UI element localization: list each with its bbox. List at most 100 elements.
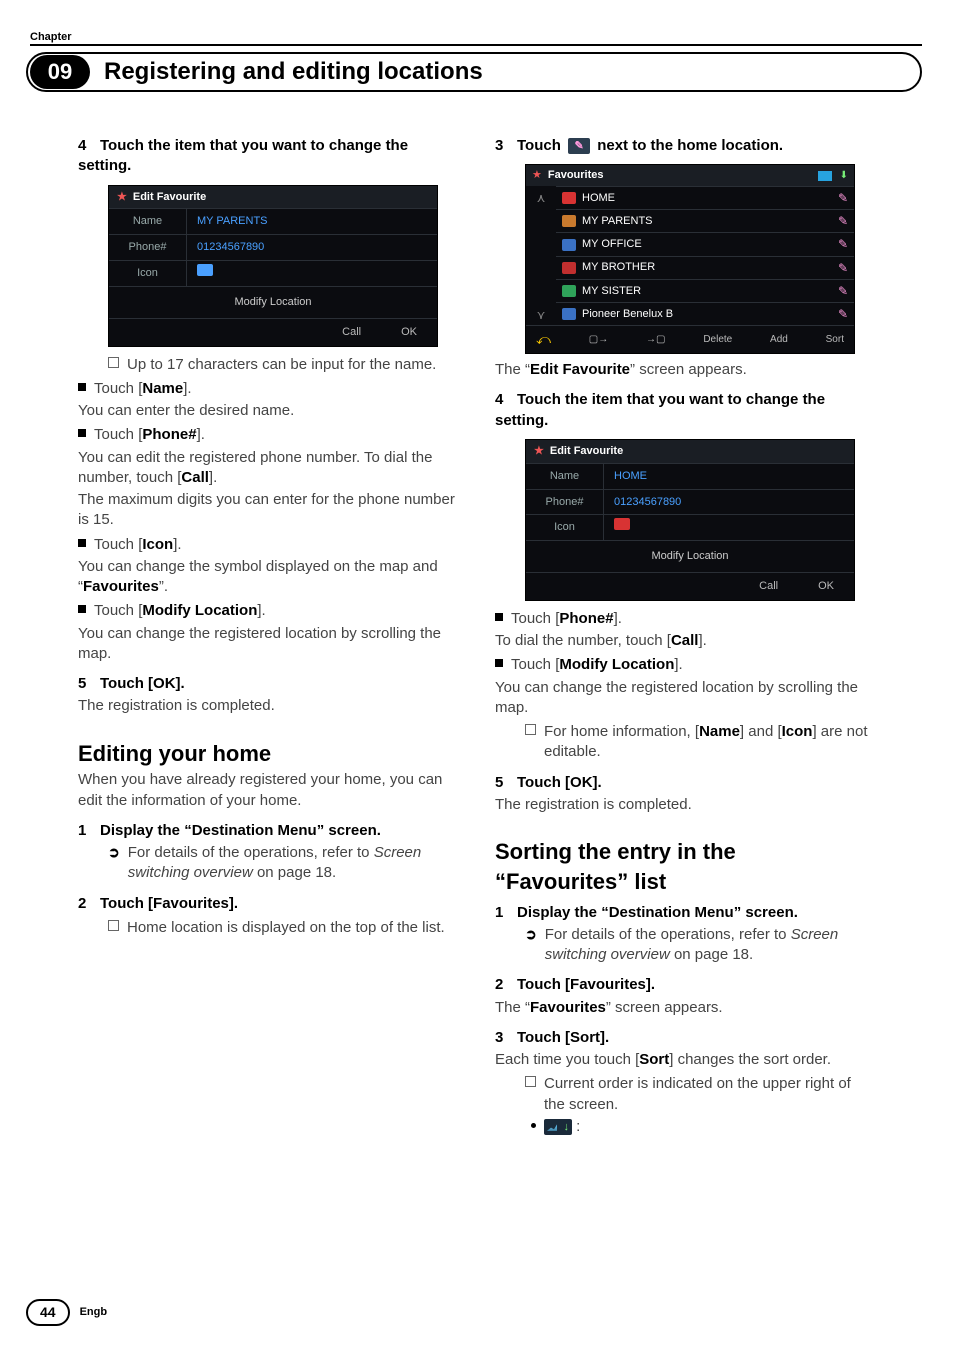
note-home-info: For home information, [Name] and [Icon] …	[525, 720, 872, 763]
scroll-down-icon: ⋎	[534, 307, 548, 321]
note-17-text: Up to 17 characters can be input for the…	[127, 355, 436, 375]
ss2-name-value: HOME	[604, 464, 854, 489]
page-number-badge: 44	[26, 1299, 70, 1326]
fav-delete: Delete	[703, 333, 732, 347]
t: Each time you touch [	[495, 1051, 639, 1068]
fav-title: Favourites	[548, 168, 812, 183]
fav-row: MY OFFICE✎	[556, 232, 854, 255]
icon-chip	[614, 518, 630, 530]
ss2-icon-label: Icon	[526, 515, 604, 540]
ss2-phone-label: Phone#	[526, 490, 604, 515]
wrench-icon: ✎	[838, 190, 848, 206]
t: ].	[698, 632, 706, 649]
star-icon: ★	[532, 168, 542, 183]
step-2-fav: 2Touch [Favourites].	[78, 894, 455, 914]
ss2-phone-value: 01234567890	[604, 490, 854, 515]
square-icon	[495, 659, 503, 667]
step-4-text: Touch the item that you want to change t…	[78, 137, 408, 174]
t: :	[576, 1118, 580, 1135]
dest-icon: →▢	[646, 333, 665, 347]
t: on page 18.	[670, 946, 753, 963]
t: on page 18.	[253, 864, 336, 881]
wrench-icon: ✎	[838, 260, 848, 276]
step-5-r: 5Touch [OK].	[495, 773, 872, 793]
ss1-phone-value: 01234567890	[187, 235, 437, 260]
fav-row: MY PARENTS✎	[556, 209, 854, 232]
t: ].	[257, 602, 265, 619]
step-1-dest: 1Display the “Destination Menu” screen.	[78, 821, 455, 841]
square-icon	[78, 605, 86, 613]
wrench-icon: ✎	[838, 283, 848, 299]
t: Name	[699, 723, 740, 740]
fav-row: HOME ✎	[556, 186, 854, 209]
step-3-sort: 3Touch [Sort].	[495, 1028, 872, 1048]
note-icon	[525, 1076, 536, 1087]
time-icon: ⬇	[840, 169, 848, 183]
t: Modify Location	[142, 602, 257, 619]
t: Name	[142, 380, 183, 397]
bullet-name: Touch [Name].	[78, 377, 455, 399]
bullet-phone: Touch [Phone#].	[78, 423, 455, 445]
square-icon	[78, 383, 86, 391]
t: ] and [	[740, 723, 782, 740]
note-home-top: Home location is displayed on the top of…	[108, 916, 455, 938]
t: Call	[671, 632, 699, 649]
wrench-icon: ✎	[838, 236, 848, 252]
rule	[30, 44, 922, 46]
fav-row-name: MY SISTER	[582, 284, 641, 299]
fav-row: MY SISTER ✎	[556, 279, 854, 302]
t: Favourites	[83, 578, 159, 595]
t: Touch [	[511, 610, 559, 627]
t: ] changes the sort order.	[669, 1051, 831, 1068]
t: Sort	[639, 1051, 669, 1068]
fav-row-icon	[562, 239, 576, 251]
ss2-name-label: Name	[526, 464, 604, 489]
ss1-icon-label: Icon	[109, 261, 187, 286]
ss1-phone-label: Phone#	[109, 235, 187, 260]
modify-desc-r: You can change the registered location b…	[495, 678, 872, 719]
bullet-modify: Touch [Modify Location].	[78, 599, 455, 621]
heading-editing-home: Editing your home	[78, 739, 455, 769]
square-icon	[78, 539, 86, 547]
favourites-screenshot: ★Favourites⬇ ⋏⋎ HOME✎MY PARENTS✎MY OFFIC…	[525, 164, 855, 354]
edit-favourite-screenshot-1: ★Edit Favourite NameMY PARENTS Phone#012…	[108, 185, 438, 347]
t: Phone#	[559, 610, 613, 627]
ss2-ok: OK	[818, 579, 834, 594]
t: ].	[614, 610, 622, 627]
t: Touch [	[94, 426, 142, 443]
fav-list: HOME✎MY PARENTS✎MY OFFICE✎MY BROTHER✎MY …	[556, 186, 854, 325]
t: For details of the operations, refer to	[128, 844, 374, 861]
chapter-label: Chapter	[30, 30, 72, 45]
t: Icon	[782, 723, 813, 740]
fav-row-name: HOME	[582, 191, 615, 206]
t: ].	[197, 426, 205, 443]
step-3-wrench: 3Touch ✎ next to the home location.	[495, 136, 872, 156]
ss2-modify: Modify Location	[526, 540, 854, 572]
step5-body-r: The registration is completed.	[495, 795, 872, 815]
ref-note-1: ➲ For details of the operations, refer to…	[108, 841, 455, 884]
fav-row-name: Pioneer Benelux B	[582, 307, 673, 322]
t: Icon	[142, 536, 173, 553]
scroll-up-icon: ⋏	[534, 190, 548, 204]
sort-order-icon	[544, 1119, 572, 1135]
t: Touch [Favourites].	[517, 976, 655, 993]
t: Touch [	[94, 602, 142, 619]
square-icon	[495, 613, 503, 621]
back-icon: ⤺	[536, 330, 551, 349]
t: Touch	[517, 137, 565, 154]
note-icon	[108, 357, 119, 368]
lang-code: Engb	[80, 1305, 108, 1320]
icon-chip	[197, 264, 213, 276]
arrow-icon: ➲	[108, 843, 120, 862]
phone-desc1: You can edit the registered phone number…	[78, 448, 455, 489]
step-2-fav-r: 2Touch [Favourites].	[495, 975, 872, 995]
chapter-number-badge: 09	[30, 55, 90, 89]
bullet-dot-icon	[531, 1123, 536, 1128]
star-icon: ★	[117, 190, 127, 205]
wrench-icon: ✎	[838, 213, 848, 229]
t: The “	[495, 999, 530, 1016]
note-icon	[525, 724, 536, 735]
t: ].	[209, 469, 217, 486]
left-column: 4Touch the item that you want to change …	[78, 130, 455, 1282]
wrench-icon: ✎	[838, 306, 848, 322]
